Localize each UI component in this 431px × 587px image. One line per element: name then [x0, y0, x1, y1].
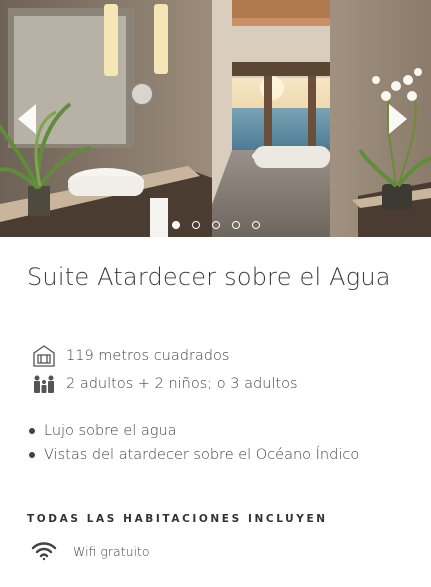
- room-photo: [0, 0, 431, 237]
- amenity-wifi-text: Wifi gratuito: [73, 543, 150, 559]
- room-title: Suite Atardecer sobre el Agua: [27, 263, 391, 291]
- room-facts: 119 metros cuadrados 2 adultos + 2 niños…: [32, 342, 298, 398]
- carousel-dot-5[interactable]: [251, 221, 260, 229]
- carousel-dot-4[interactable]: [231, 221, 240, 229]
- chevron-right-icon: [389, 104, 407, 134]
- fact-occupancy: 2 adultos + 2 niños; o 3 adultos: [32, 370, 298, 398]
- carousel-dot-3[interactable]: [211, 221, 220, 229]
- amenities-heading: TODAS LAS HABITACIONES INCLUYEN: [27, 513, 328, 525]
- house-area-icon: [32, 345, 56, 367]
- carousel-dot-1[interactable]: [171, 221, 180, 229]
- carousel-pagination: [0, 221, 431, 229]
- chevron-left-icon: [18, 104, 36, 134]
- carousel-dot-2[interactable]: [191, 221, 200, 229]
- list-item: Lujo sobre el agua: [27, 419, 407, 443]
- carousel-prev-button[interactable]: [12, 102, 42, 136]
- guests-icon: [32, 373, 56, 395]
- list-item: Vistas del atardecer sobre el Océano Índ…: [27, 443, 407, 467]
- wifi-icon: [31, 541, 57, 561]
- carousel-next-button[interactable]: [383, 102, 413, 136]
- room-photo-carousel[interactable]: [0, 0, 431, 237]
- room-features-list: Lujo sobre el agua Vistas del atardecer …: [27, 419, 407, 467]
- fact-occupancy-text: 2 adultos + 2 niños; o 3 adultos: [66, 376, 298, 392]
- fact-size: 119 metros cuadrados: [32, 342, 298, 370]
- fact-size-text: 119 metros cuadrados: [66, 348, 230, 364]
- amenity-wifi: Wifi gratuito: [31, 541, 150, 561]
